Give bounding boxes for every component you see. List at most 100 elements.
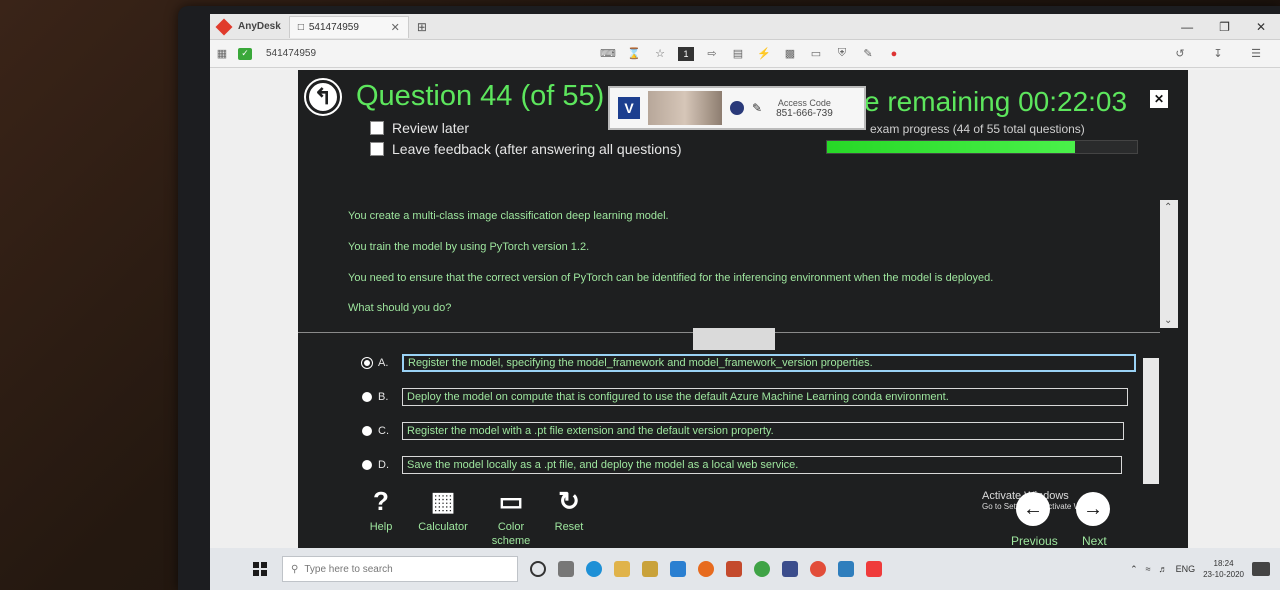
new-tab-icon[interactable]: ⊞: [417, 20, 427, 34]
return-icon[interactable]: ↰: [304, 78, 342, 116]
history-icon[interactable]: ↺: [1172, 47, 1188, 61]
whiteboard-icon[interactable]: ✎: [752, 101, 762, 115]
leave-feedback-checkbox[interactable]: [370, 142, 384, 156]
display-one-icon[interactable]: 1: [678, 46, 694, 61]
pen-icon[interactable]: ✎: [860, 47, 876, 61]
chat-icon[interactable]: ▤: [730, 47, 746, 61]
clock[interactable]: 18:24 23-10-2020: [1203, 558, 1244, 580]
screen-icon[interactable]: ▭: [808, 47, 824, 61]
connection-icon[interactable]: ▦: [214, 47, 230, 61]
task-view-icon[interactable]: [558, 561, 574, 577]
anydesk-tab-bar: AnyDesk □ 541474959 ✕ ⊞ — ❐ ✕: [210, 14, 1280, 40]
reset-icon: ↻: [558, 485, 580, 516]
option-c[interactable]: C. Register the model with a .pt file ex…: [362, 422, 1124, 440]
taskbar-search[interactable]: ⚲ Type here to search: [282, 556, 518, 582]
wifi-icon[interactable]: ≈: [1146, 564, 1151, 574]
app-red-icon[interactable]: [810, 561, 826, 577]
progress-bar: [826, 140, 1138, 154]
edge-icon[interactable]: [586, 561, 602, 577]
option-radio[interactable]: [361, 357, 373, 369]
progress-text: exam progress (44 of 55 total questions): [870, 122, 1085, 136]
cortana-icon[interactable]: [530, 561, 546, 577]
time-remaining: e remaining 00:22:03: [864, 86, 1128, 117]
option-text[interactable]: Save the model locally as a .pt file, an…: [402, 456, 1122, 474]
windows-taskbar: ⚲ Type here to search ⌃ ≈ ♬ ENG 18:24 23…: [210, 548, 1280, 590]
next-arrow-icon[interactable]: →: [1076, 492, 1110, 526]
reset-label: Reset: [554, 521, 584, 533]
notification-icon[interactable]: [1252, 562, 1270, 576]
hourglass-icon[interactable]: ⌛: [626, 47, 642, 61]
option-b[interactable]: B. Deploy the model on compute that is c…: [362, 388, 1128, 406]
language-indicator[interactable]: ENG: [1176, 564, 1196, 574]
option-letter: B.: [378, 391, 389, 403]
option-text[interactable]: Deploy the model on compute that is conf…: [402, 388, 1128, 406]
question-line: What should you do?: [348, 302, 452, 314]
option-radio[interactable]: [362, 426, 372, 436]
option-radio[interactable]: [362, 460, 372, 470]
remote-id: 541474959: [266, 48, 317, 59]
close-icon[interactable]: ✕: [1150, 90, 1168, 108]
previous-button[interactable]: Previous: [1011, 534, 1058, 548]
taskbar-apps: [530, 561, 882, 577]
option-text[interactable]: Register the model, specifying the model…: [402, 354, 1136, 372]
chevron-up-icon[interactable]: ⌃: [1130, 564, 1138, 575]
option-letter: D.: [378, 459, 389, 471]
leave-feedback-label: Leave feedback (after answering all ques…: [392, 141, 682, 157]
chat-bubble-icon[interactable]: [730, 101, 744, 115]
chrome-icon[interactable]: [754, 561, 770, 577]
file-transfer-icon[interactable]: ⇨: [704, 47, 720, 61]
keyboard-icon[interactable]: ⌨: [600, 47, 616, 61]
start-button[interactable]: [242, 551, 278, 587]
close-icon[interactable]: ✕: [391, 21, 400, 34]
monitor-icon: ▭: [498, 485, 524, 516]
question-mark-icon: ?: [373, 485, 389, 516]
anydesk-taskbar-icon[interactable]: [866, 561, 882, 577]
mail-icon[interactable]: [670, 561, 686, 577]
window-controls: — ❐ ✕: [1181, 20, 1266, 34]
reset-button[interactable]: ↻ Reset: [534, 486, 604, 534]
review-later-row[interactable]: Review later: [370, 120, 469, 136]
file-explorer-icon[interactable]: [614, 561, 630, 577]
action-icon[interactable]: ⚡: [756, 47, 772, 61]
bookmark-icon[interactable]: ☆: [652, 47, 668, 61]
powerpoint-icon[interactable]: [726, 561, 742, 577]
volume-icon[interactable]: ♬: [1159, 564, 1168, 574]
review-later-label: Review later: [392, 120, 470, 136]
calculator-icon: ▦: [430, 485, 456, 516]
store-icon[interactable]: [642, 561, 658, 577]
option-radio[interactable]: [362, 392, 372, 402]
keyboard-layout-icon[interactable]: ▩: [782, 47, 798, 61]
remote-left-margin: [210, 70, 298, 548]
calculator-button[interactable]: ▦ Calculator: [408, 486, 478, 534]
window-close-icon[interactable]: ✕: [1256, 20, 1266, 34]
app-icon[interactable]: [782, 561, 798, 577]
option-text[interactable]: Register the model with a .pt file exten…: [402, 422, 1124, 440]
clock-time: 18:24: [1213, 559, 1234, 568]
anydesk-logo-icon: [215, 18, 233, 35]
next-button[interactable]: Next: [1082, 534, 1107, 548]
menu-icon[interactable]: ☰: [1248, 47, 1264, 61]
help-button[interactable]: ? Help: [346, 486, 416, 534]
options-scrollbar[interactable]: [1143, 358, 1159, 484]
review-later-checkbox[interactable]: [370, 121, 384, 135]
progress-fill: [827, 141, 1075, 153]
option-a[interactable]: A. Register the model, specifying the mo…: [361, 354, 1136, 372]
question-line: You need to ensure that the correct vers…: [348, 272, 994, 284]
leave-feedback-row[interactable]: Leave feedback (after answering all ques…: [370, 141, 682, 157]
minimize-icon[interactable]: —: [1181, 20, 1193, 34]
permissions-icon[interactable]: ⛨: [834, 47, 850, 61]
previous-arrow-icon[interactable]: ←: [1016, 492, 1050, 526]
app-blue-icon[interactable]: [838, 561, 854, 577]
record-icon[interactable]: ●: [886, 47, 902, 61]
option-d[interactable]: D. Save the model locally as a .pt file,…: [362, 456, 1122, 474]
question-title: Question 44 (of 55): [356, 80, 605, 112]
question-line: You train the model by using PyTorch ver…: [348, 241, 590, 253]
firefox-icon[interactable]: [698, 561, 714, 577]
windows-logo-icon: [253, 562, 267, 576]
question-scrollbar[interactable]: [1160, 200, 1178, 328]
download-icon[interactable]: ↧: [1210, 47, 1226, 61]
restore-icon[interactable]: ❐: [1219, 20, 1230, 34]
pane-splitter-handle[interactable]: [693, 328, 775, 350]
session-tab[interactable]: □ 541474959 ✕: [288, 15, 409, 38]
vue-logo-icon: V: [618, 97, 640, 119]
